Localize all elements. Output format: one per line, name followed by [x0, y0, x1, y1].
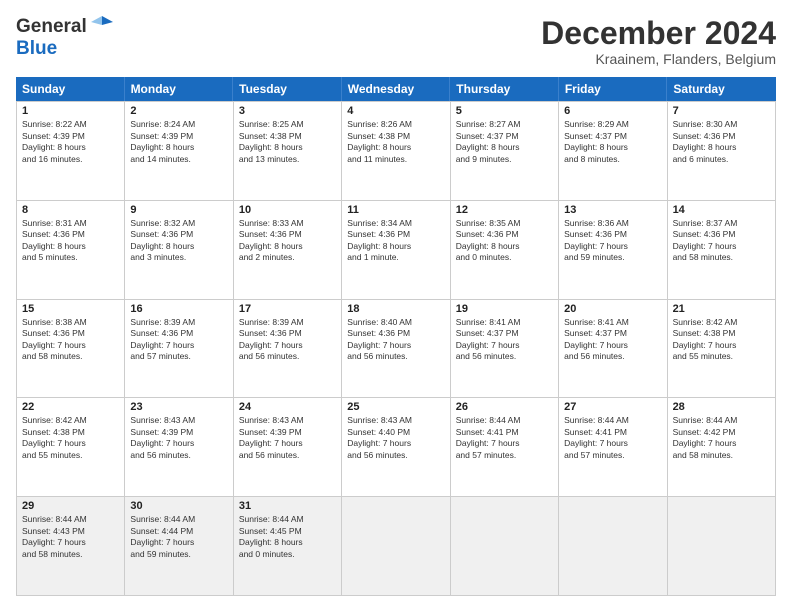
logo-bird-icon	[91, 14, 113, 36]
logo-blue: Blue	[16, 38, 57, 59]
cal-cell-17: 17Sunrise: 8:39 AMSunset: 4:36 PMDayligh…	[234, 300, 342, 399]
calendar-body: 1Sunrise: 8:22 AMSunset: 4:39 PMDaylight…	[16, 101, 776, 596]
cal-cell-27: 27Sunrise: 8:44 AMSunset: 4:41 PMDayligh…	[559, 398, 667, 497]
header-sunday: Sunday	[16, 77, 125, 101]
cal-cell-7: 7Sunrise: 8:30 AMSunset: 4:36 PMDaylight…	[668, 102, 776, 201]
header-saturday: Saturday	[667, 77, 776, 101]
cal-cell-16: 16Sunrise: 8:39 AMSunset: 4:36 PMDayligh…	[125, 300, 233, 399]
cal-cell-28: 28Sunrise: 8:44 AMSunset: 4:42 PMDayligh…	[668, 398, 776, 497]
header-thursday: Thursday	[450, 77, 559, 101]
header-friday: Friday	[559, 77, 668, 101]
cal-cell-2: 2Sunrise: 8:24 AMSunset: 4:39 PMDaylight…	[125, 102, 233, 201]
cal-cell-empty	[451, 497, 559, 596]
logo: General Blue	[16, 16, 113, 60]
header-tuesday: Tuesday	[233, 77, 342, 101]
cal-cell-29: 29Sunrise: 8:44 AMSunset: 4:43 PMDayligh…	[17, 497, 125, 596]
cal-cell-empty	[342, 497, 450, 596]
cal-cell-20: 20Sunrise: 8:41 AMSunset: 4:37 PMDayligh…	[559, 300, 667, 399]
cal-cell-14: 14Sunrise: 8:37 AMSunset: 4:36 PMDayligh…	[668, 201, 776, 300]
cal-cell-22: 22Sunrise: 8:42 AMSunset: 4:38 PMDayligh…	[17, 398, 125, 497]
cal-cell-18: 18Sunrise: 8:40 AMSunset: 4:36 PMDayligh…	[342, 300, 450, 399]
month-title: December 2024	[541, 16, 776, 51]
cal-cell-empty	[668, 497, 776, 596]
header-monday: Monday	[125, 77, 234, 101]
cal-cell-5: 5Sunrise: 8:27 AMSunset: 4:37 PMDaylight…	[451, 102, 559, 201]
cal-cell-30: 30Sunrise: 8:44 AMSunset: 4:44 PMDayligh…	[125, 497, 233, 596]
cal-cell-15: 15Sunrise: 8:38 AMSunset: 4:36 PMDayligh…	[17, 300, 125, 399]
cal-cell-26: 26Sunrise: 8:44 AMSunset: 4:41 PMDayligh…	[451, 398, 559, 497]
location-subtitle: Kraainem, Flanders, Belgium	[541, 51, 776, 67]
header: General Blue December 2024 Kraainem, Fla…	[16, 16, 776, 67]
cal-cell-9: 9Sunrise: 8:32 AMSunset: 4:36 PMDaylight…	[125, 201, 233, 300]
cal-cell-13: 13Sunrise: 8:36 AMSunset: 4:36 PMDayligh…	[559, 201, 667, 300]
cal-cell-19: 19Sunrise: 8:41 AMSunset: 4:37 PMDayligh…	[451, 300, 559, 399]
cal-cell-1: 1Sunrise: 8:22 AMSunset: 4:39 PMDaylight…	[17, 102, 125, 201]
cal-cell-31: 31Sunrise: 8:44 AMSunset: 4:45 PMDayligh…	[234, 497, 342, 596]
cal-cell-empty	[559, 497, 667, 596]
cal-cell-25: 25Sunrise: 8:43 AMSunset: 4:40 PMDayligh…	[342, 398, 450, 497]
header-wednesday: Wednesday	[342, 77, 451, 101]
calendar: Sunday Monday Tuesday Wednesday Thursday…	[16, 77, 776, 596]
cal-cell-23: 23Sunrise: 8:43 AMSunset: 4:39 PMDayligh…	[125, 398, 233, 497]
cal-cell-12: 12Sunrise: 8:35 AMSunset: 4:36 PMDayligh…	[451, 201, 559, 300]
calendar-header: Sunday Monday Tuesday Wednesday Thursday…	[16, 77, 776, 101]
logo-general: General	[16, 16, 87, 38]
cal-cell-24: 24Sunrise: 8:43 AMSunset: 4:39 PMDayligh…	[234, 398, 342, 497]
cal-cell-8: 8Sunrise: 8:31 AMSunset: 4:36 PMDaylight…	[17, 201, 125, 300]
cal-cell-6: 6Sunrise: 8:29 AMSunset: 4:37 PMDaylight…	[559, 102, 667, 201]
cal-cell-21: 21Sunrise: 8:42 AMSunset: 4:38 PMDayligh…	[668, 300, 776, 399]
cal-cell-11: 11Sunrise: 8:34 AMSunset: 4:36 PMDayligh…	[342, 201, 450, 300]
cal-cell-10: 10Sunrise: 8:33 AMSunset: 4:36 PMDayligh…	[234, 201, 342, 300]
cal-cell-4: 4Sunrise: 8:26 AMSunset: 4:38 PMDaylight…	[342, 102, 450, 201]
title-area: December 2024 Kraainem, Flanders, Belgiu…	[541, 16, 776, 67]
cal-cell-3: 3Sunrise: 8:25 AMSunset: 4:38 PMDaylight…	[234, 102, 342, 201]
page: General Blue December 2024 Kraainem, Fla…	[0, 0, 792, 612]
